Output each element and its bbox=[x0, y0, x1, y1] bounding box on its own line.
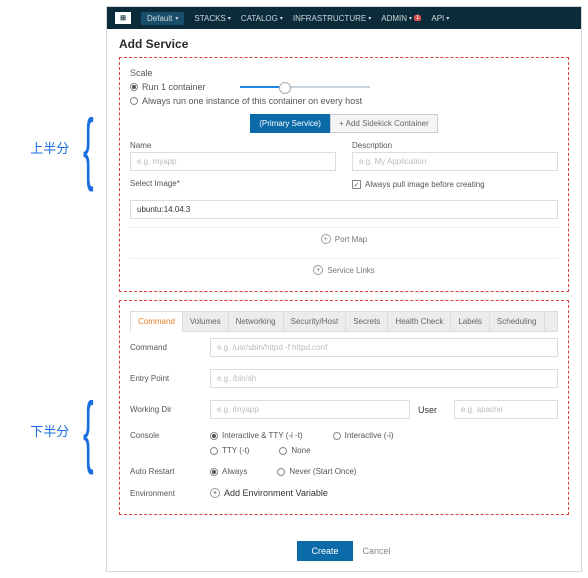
command-label: Command bbox=[130, 343, 200, 352]
radio-every-host-label: Always run one instance of this containe… bbox=[142, 96, 362, 106]
add-env-button[interactable]: + Add Environment Variable bbox=[210, 488, 328, 498]
nav-admin[interactable]: ADMIN▾1 bbox=[381, 14, 421, 23]
tab-volumes[interactable]: Volumes bbox=[183, 312, 229, 331]
restart-radio-never[interactable] bbox=[277, 468, 285, 476]
scale-label: Scale bbox=[130, 68, 558, 78]
user-input[interactable] bbox=[454, 400, 558, 419]
admin-badge: 1 bbox=[414, 15, 421, 21]
image-label: Select Image* bbox=[130, 179, 336, 188]
add-sidekick-button[interactable]: +Add Sidekick Container bbox=[330, 114, 438, 133]
console-radio-t[interactable] bbox=[210, 447, 218, 455]
plus-circle-icon: + bbox=[313, 265, 323, 275]
plus-circle-icon: + bbox=[321, 234, 331, 244]
tab-networking[interactable]: Networking bbox=[229, 312, 284, 331]
description-input[interactable] bbox=[352, 152, 558, 171]
lower-section: Command Volumes Networking Security/Host… bbox=[119, 300, 569, 515]
expand-port-map[interactable]: + Port Map bbox=[130, 227, 558, 250]
tab-scheduling[interactable]: Scheduling bbox=[490, 312, 545, 331]
scale-slider[interactable] bbox=[240, 86, 370, 88]
tab-command[interactable]: Command bbox=[131, 312, 183, 332]
always-pull-checkbox[interactable]: ✓ bbox=[352, 180, 361, 189]
footer: Create Cancel bbox=[107, 531, 581, 571]
primary-service-button[interactable]: (Primary Service) bbox=[250, 114, 330, 133]
radio-run-n[interactable] bbox=[130, 83, 138, 91]
annotation-lower: 下半分{ bbox=[30, 391, 102, 471]
app-window: ⊞ Default▾ STACKS▾ CATALOG▾ INFRASTRUCTU… bbox=[106, 6, 582, 572]
nav-catalog[interactable]: CATALOG▾ bbox=[241, 14, 283, 23]
entrypoint-input[interactable] bbox=[210, 369, 558, 388]
user-label: User bbox=[418, 405, 448, 415]
nav-api[interactable]: API▾ bbox=[431, 14, 449, 23]
name-input[interactable] bbox=[130, 152, 336, 171]
description-label: Description bbox=[352, 141, 558, 150]
env-label: Environment bbox=[130, 489, 200, 498]
chevron-down-icon: ▾ bbox=[175, 15, 178, 22]
entrypoint-label: Entry Point bbox=[130, 374, 200, 383]
console-label: Console bbox=[130, 431, 200, 440]
env-dropdown[interactable]: Default▾ bbox=[141, 12, 184, 25]
tab-security[interactable]: Security/Host bbox=[284, 312, 347, 331]
console-radio-it[interactable] bbox=[210, 432, 218, 440]
workdir-input[interactable] bbox=[210, 400, 410, 419]
radio-every-host[interactable] bbox=[130, 97, 138, 105]
page-title: Add Service bbox=[119, 37, 569, 51]
console-radio-none[interactable] bbox=[279, 447, 287, 455]
console-radio-i[interactable] bbox=[333, 432, 341, 440]
restart-radio-always[interactable] bbox=[210, 468, 218, 476]
cancel-button[interactable]: Cancel bbox=[363, 541, 391, 561]
nav-stacks[interactable]: STACKS▾ bbox=[194, 14, 230, 23]
plus-circle-icon: + bbox=[210, 488, 220, 498]
annotation-upper: 上半分{ bbox=[30, 108, 102, 188]
tab-labels[interactable]: Labels bbox=[451, 312, 490, 331]
logo-icon: ⊞ bbox=[115, 12, 131, 24]
workdir-label: Working Dir bbox=[130, 405, 200, 414]
create-button[interactable]: Create bbox=[297, 541, 352, 561]
command-input[interactable] bbox=[210, 338, 558, 357]
upper-section: Scale Run 1 container Always run one ins… bbox=[119, 57, 569, 292]
image-input[interactable] bbox=[130, 200, 558, 219]
nav-infrastructure[interactable]: INFRASTRUCTURE▾ bbox=[293, 14, 371, 23]
expand-service-links[interactable]: + Service Links bbox=[130, 258, 558, 281]
tab-bar: Command Volumes Networking Security/Host… bbox=[130, 311, 558, 332]
plus-icon: + bbox=[339, 119, 344, 128]
name-label: Name bbox=[130, 141, 336, 150]
restart-label: Auto Restart bbox=[130, 467, 200, 476]
tab-health[interactable]: Health Check bbox=[388, 312, 451, 331]
top-nav: ⊞ Default▾ STACKS▾ CATALOG▾ INFRASTRUCTU… bbox=[107, 7, 581, 29]
tab-secrets[interactable]: Secrets bbox=[346, 312, 388, 331]
always-pull-label: Always pull image before creating bbox=[365, 180, 485, 189]
radio-run-n-label: Run 1 container bbox=[142, 82, 206, 92]
